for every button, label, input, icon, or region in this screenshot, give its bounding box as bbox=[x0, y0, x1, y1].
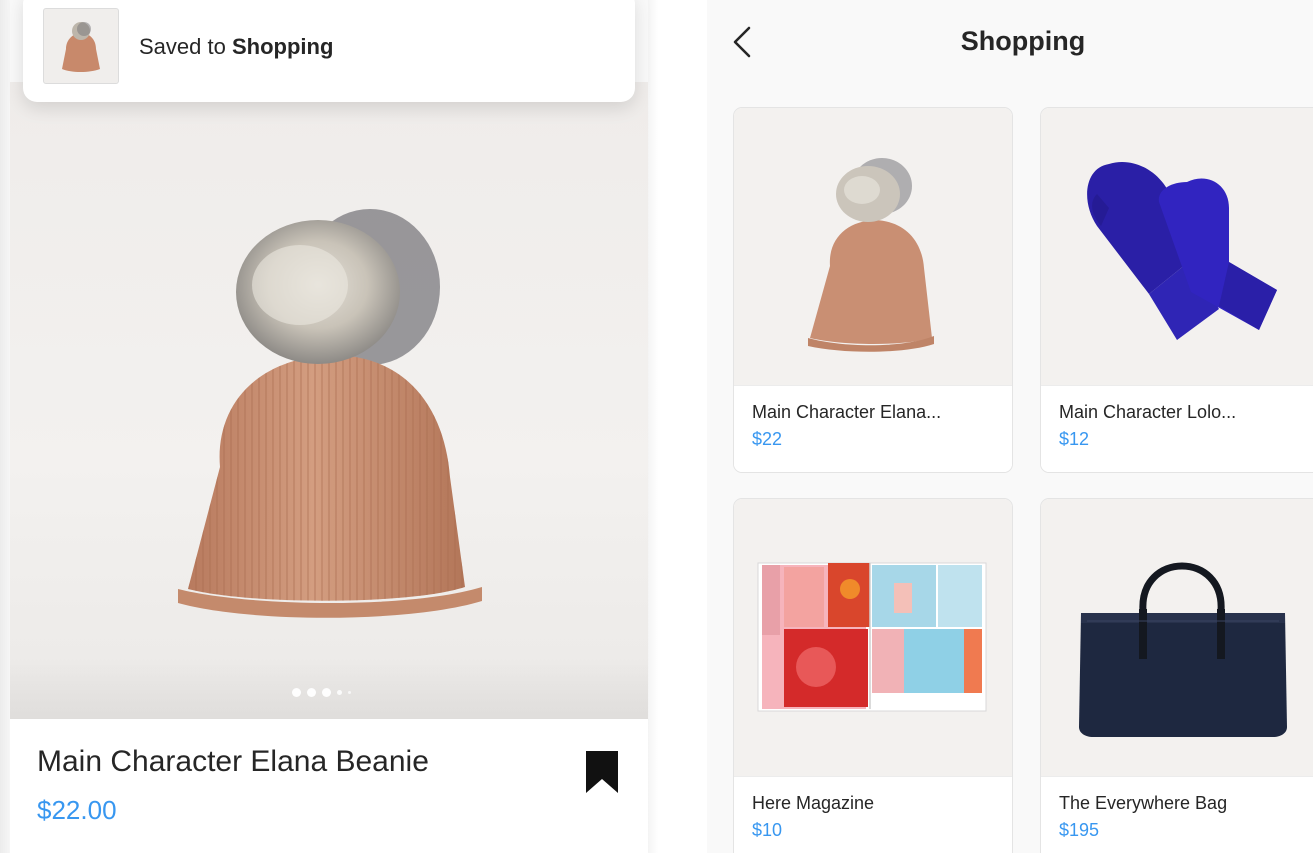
card-info: Here Magazine $10 bbox=[734, 777, 1012, 853]
magazine-photo bbox=[757, 562, 987, 712]
collection-header: Shopping bbox=[707, 0, 1313, 82]
toast-thumbnail bbox=[43, 8, 119, 84]
product-detail-screen: ‹ ··· bbox=[0, 0, 658, 853]
toast-collection-name[interactable]: Shopping bbox=[232, 34, 333, 59]
product-card[interactable]: Main Character Elana... $22 bbox=[733, 107, 1013, 473]
product-card[interactable]: The Everywhere Bag $195 bbox=[1040, 498, 1313, 853]
screen-edge-shadow bbox=[648, 0, 658, 853]
card-name: Main Character Lolo... bbox=[1059, 402, 1237, 422]
card-name: Main Character Elana... bbox=[752, 402, 942, 422]
card-name: Here Magazine bbox=[752, 793, 875, 813]
product-title: Main Character Elana Beanie bbox=[37, 745, 429, 778]
carousel-dot bbox=[322, 688, 331, 697]
card-name: The Everywhere Bag bbox=[1059, 793, 1228, 813]
carousel-indicator bbox=[292, 688, 351, 697]
carousel-dot bbox=[337, 690, 342, 695]
mittens-photo bbox=[1087, 161, 1277, 340]
bookmark-icon[interactable] bbox=[584, 751, 620, 793]
card-price: $10 bbox=[752, 820, 783, 840]
product-card[interactable]: Here Magazine $10 bbox=[733, 498, 1013, 853]
card-info: The Everywhere Bag $195 bbox=[1041, 777, 1313, 853]
carousel-dot-active bbox=[292, 688, 301, 697]
product-image-carousel[interactable] bbox=[10, 82, 648, 719]
carousel-dot bbox=[348, 691, 351, 694]
card-image bbox=[734, 108, 1012, 386]
page-title: Shopping bbox=[960, 26, 1086, 56]
toast-message: Saved to Shopping bbox=[139, 34, 333, 60]
card-info: Main Character Elana... $22 bbox=[734, 386, 1012, 472]
saved-toast[interactable]: Saved to Shopping bbox=[23, 0, 635, 102]
card-image bbox=[1041, 499, 1313, 777]
collection-screen: Shopping Main Character Elana... $22 Mai… bbox=[707, 0, 1313, 853]
card-image bbox=[1041, 108, 1313, 386]
product-price: $22.00 bbox=[37, 795, 117, 825]
product-card[interactable]: Main Character Lolo... $12 bbox=[1040, 107, 1313, 473]
beanie-photo bbox=[808, 158, 934, 352]
product-info-panel: Main Character Elana Beanie $22.00 bbox=[10, 719, 648, 853]
card-price: $22 bbox=[752, 429, 783, 449]
beanie-photo bbox=[178, 209, 482, 618]
beanie-photo bbox=[62, 22, 100, 72]
screen-edge-shadow bbox=[0, 0, 10, 853]
bag-photo bbox=[1079, 562, 1287, 737]
card-info: Main Character Lolo... $12 bbox=[1041, 386, 1313, 472]
card-image bbox=[734, 499, 1012, 777]
carousel-dot bbox=[307, 688, 316, 697]
toast-prefix: Saved to bbox=[139, 34, 226, 59]
screen-divider bbox=[658, 0, 707, 853]
card-price: $12 bbox=[1059, 429, 1090, 449]
card-price: $195 bbox=[1059, 820, 1100, 840]
